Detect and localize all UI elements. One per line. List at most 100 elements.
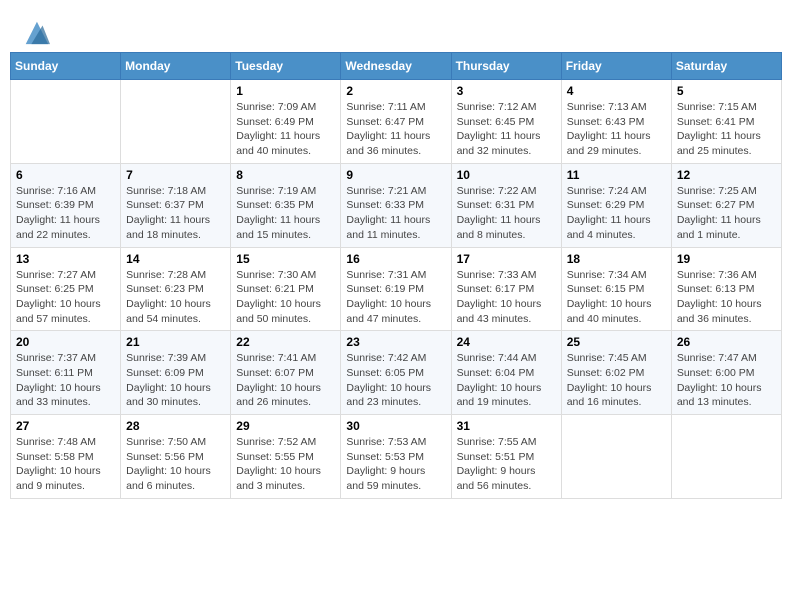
calendar-cell: 12 Sunrise: 7:25 AM Sunset: 6:27 PM Dayli… [671,163,781,247]
day-number: 3 [457,84,556,98]
day-number: 21 [126,335,225,349]
calendar-header-row: SundayMondayTuesdayWednesdayThursdayFrid… [11,53,782,80]
day-info: Sunrise: 7:12 AM Sunset: 6:45 PM Dayligh… [457,100,556,159]
day-info: Sunrise: 7:13 AM Sunset: 6:43 PM Dayligh… [567,100,666,159]
calendar-week-row: 20 Sunrise: 7:37 AM Sunset: 6:11 PM Dayli… [11,331,782,415]
calendar-cell [671,415,781,499]
day-of-week-header: Saturday [671,53,781,80]
day-info: Sunrise: 7:18 AM Sunset: 6:37 PM Dayligh… [126,184,225,243]
day-number: 22 [236,335,335,349]
day-info: Sunrise: 7:39 AM Sunset: 6:09 PM Dayligh… [126,351,225,410]
day-number: 8 [236,168,335,182]
day-number: 18 [567,252,666,266]
day-number: 9 [346,168,445,182]
day-number: 31 [457,419,556,433]
calendar-cell [11,80,121,164]
day-number: 27 [16,419,115,433]
day-of-week-header: Wednesday [341,53,451,80]
day-number: 5 [677,84,776,98]
calendar-table: SundayMondayTuesdayWednesdayThursdayFrid… [10,52,782,499]
day-number: 24 [457,335,556,349]
day-number: 28 [126,419,225,433]
day-number: 7 [126,168,225,182]
day-info: Sunrise: 7:48 AM Sunset: 5:58 PM Dayligh… [16,435,115,494]
day-info: Sunrise: 7:30 AM Sunset: 6:21 PM Dayligh… [236,268,335,327]
day-number: 6 [16,168,115,182]
day-info: Sunrise: 7:24 AM Sunset: 6:29 PM Dayligh… [567,184,666,243]
calendar-cell: 8 Sunrise: 7:19 AM Sunset: 6:35 PM Daylig… [231,163,341,247]
day-info: Sunrise: 7:19 AM Sunset: 6:35 PM Dayligh… [236,184,335,243]
day-info: Sunrise: 7:44 AM Sunset: 6:04 PM Dayligh… [457,351,556,410]
day-of-week-header: Sunday [11,53,121,80]
calendar-cell: 31 Sunrise: 7:55 AM Sunset: 5:51 PM Dayli… [451,415,561,499]
calendar-cell: 4 Sunrise: 7:13 AM Sunset: 6:43 PM Daylig… [561,80,671,164]
day-of-week-header: Thursday [451,53,561,80]
calendar-cell: 5 Sunrise: 7:15 AM Sunset: 6:41 PM Daylig… [671,80,781,164]
day-info: Sunrise: 7:55 AM Sunset: 5:51 PM Dayligh… [457,435,556,494]
day-number: 19 [677,252,776,266]
day-number: 1 [236,84,335,98]
day-number: 2 [346,84,445,98]
day-info: Sunrise: 7:47 AM Sunset: 6:00 PM Dayligh… [677,351,776,410]
calendar-cell: 30 Sunrise: 7:53 AM Sunset: 5:53 PM Dayli… [341,415,451,499]
day-info: Sunrise: 7:09 AM Sunset: 6:49 PM Dayligh… [236,100,335,159]
calendar-cell: 18 Sunrise: 7:34 AM Sunset: 6:15 PM Dayli… [561,247,671,331]
day-number: 12 [677,168,776,182]
calendar-cell: 7 Sunrise: 7:18 AM Sunset: 6:37 PM Daylig… [121,163,231,247]
day-info: Sunrise: 7:33 AM Sunset: 6:17 PM Dayligh… [457,268,556,327]
day-info: Sunrise: 7:16 AM Sunset: 6:39 PM Dayligh… [16,184,115,243]
day-info: Sunrise: 7:53 AM Sunset: 5:53 PM Dayligh… [346,435,445,494]
calendar-cell: 23 Sunrise: 7:42 AM Sunset: 6:05 PM Dayli… [341,331,451,415]
calendar-cell: 28 Sunrise: 7:50 AM Sunset: 5:56 PM Dayli… [121,415,231,499]
calendar-cell: 15 Sunrise: 7:30 AM Sunset: 6:21 PM Dayli… [231,247,341,331]
day-number: 10 [457,168,556,182]
day-of-week-header: Monday [121,53,231,80]
calendar-cell: 21 Sunrise: 7:39 AM Sunset: 6:09 PM Dayli… [121,331,231,415]
day-number: 17 [457,252,556,266]
calendar-week-row: 6 Sunrise: 7:16 AM Sunset: 6:39 PM Daylig… [11,163,782,247]
day-number: 20 [16,335,115,349]
calendar-cell: 17 Sunrise: 7:33 AM Sunset: 6:17 PM Dayli… [451,247,561,331]
calendar-cell: 9 Sunrise: 7:21 AM Sunset: 6:33 PM Daylig… [341,163,451,247]
day-number: 14 [126,252,225,266]
logo-icon [22,18,50,46]
calendar-cell: 2 Sunrise: 7:11 AM Sunset: 6:47 PM Daylig… [341,80,451,164]
day-info: Sunrise: 7:52 AM Sunset: 5:55 PM Dayligh… [236,435,335,494]
calendar-cell: 16Sunrise: 7:31 AM Sunset: 6:19 PM Dayli… [341,247,451,331]
logo [20,18,50,46]
calendar-cell: 29 Sunrise: 7:52 AM Sunset: 5:55 PM Dayli… [231,415,341,499]
calendar-week-row: 27 Sunrise: 7:48 AM Sunset: 5:58 PM Dayli… [11,415,782,499]
calendar-week-row: 1 Sunrise: 7:09 AM Sunset: 6:49 PM Daylig… [11,80,782,164]
day-info: Sunrise: 7:25 AM Sunset: 6:27 PM Dayligh… [677,184,776,243]
day-info: Sunrise: 7:50 AM Sunset: 5:56 PM Dayligh… [126,435,225,494]
calendar-cell [561,415,671,499]
day-info: Sunrise: 7:15 AM Sunset: 6:41 PM Dayligh… [677,100,776,159]
calendar-cell: 20 Sunrise: 7:37 AM Sunset: 6:11 PM Dayli… [11,331,121,415]
calendar-cell: 11 Sunrise: 7:24 AM Sunset: 6:29 PM Dayli… [561,163,671,247]
day-of-week-header: Friday [561,53,671,80]
calendar-cell: 26Sunrise: 7:47 AM Sunset: 6:00 PM Dayli… [671,331,781,415]
day-number: 30 [346,419,445,433]
calendar-cell: 27 Sunrise: 7:48 AM Sunset: 5:58 PM Dayli… [11,415,121,499]
day-info: Sunrise: 7:34 AM Sunset: 6:15 PM Dayligh… [567,268,666,327]
day-number: 29 [236,419,335,433]
calendar-cell: 1 Sunrise: 7:09 AM Sunset: 6:49 PM Daylig… [231,80,341,164]
day-info: Sunrise: 7:27 AM Sunset: 6:25 PM Dayligh… [16,268,115,327]
calendar-cell: 24 Sunrise: 7:44 AM Sunset: 6:04 PM Dayli… [451,331,561,415]
day-info: Sunrise: 7:22 AM Sunset: 6:31 PM Dayligh… [457,184,556,243]
day-number: 23 [346,335,445,349]
day-info: Sunrise: 7:42 AM Sunset: 6:05 PM Dayligh… [346,351,445,410]
calendar-cell: 3 Sunrise: 7:12 AM Sunset: 6:45 PM Daylig… [451,80,561,164]
day-info: Sunrise: 7:11 AM Sunset: 6:47 PM Dayligh… [346,100,445,159]
day-number: 15 [236,252,335,266]
page-header [10,10,782,52]
day-number: 11 [567,168,666,182]
day-info: Sunrise: 7:37 AM Sunset: 6:11 PM Dayligh… [16,351,115,410]
day-info: Sunrise: 7:41 AM Sunset: 6:07 PM Dayligh… [236,351,335,410]
calendar-cell: 22 Sunrise: 7:41 AM Sunset: 6:07 PM Dayli… [231,331,341,415]
day-number: 4 [567,84,666,98]
day-info: Sunrise: 7:21 AM Sunset: 6:33 PM Dayligh… [346,184,445,243]
calendar-week-row: 13 Sunrise: 7:27 AM Sunset: 6:25 PM Dayli… [11,247,782,331]
day-info: Sunrise: 7:36 AM Sunset: 6:13 PM Dayligh… [677,268,776,327]
day-number: 13 [16,252,115,266]
